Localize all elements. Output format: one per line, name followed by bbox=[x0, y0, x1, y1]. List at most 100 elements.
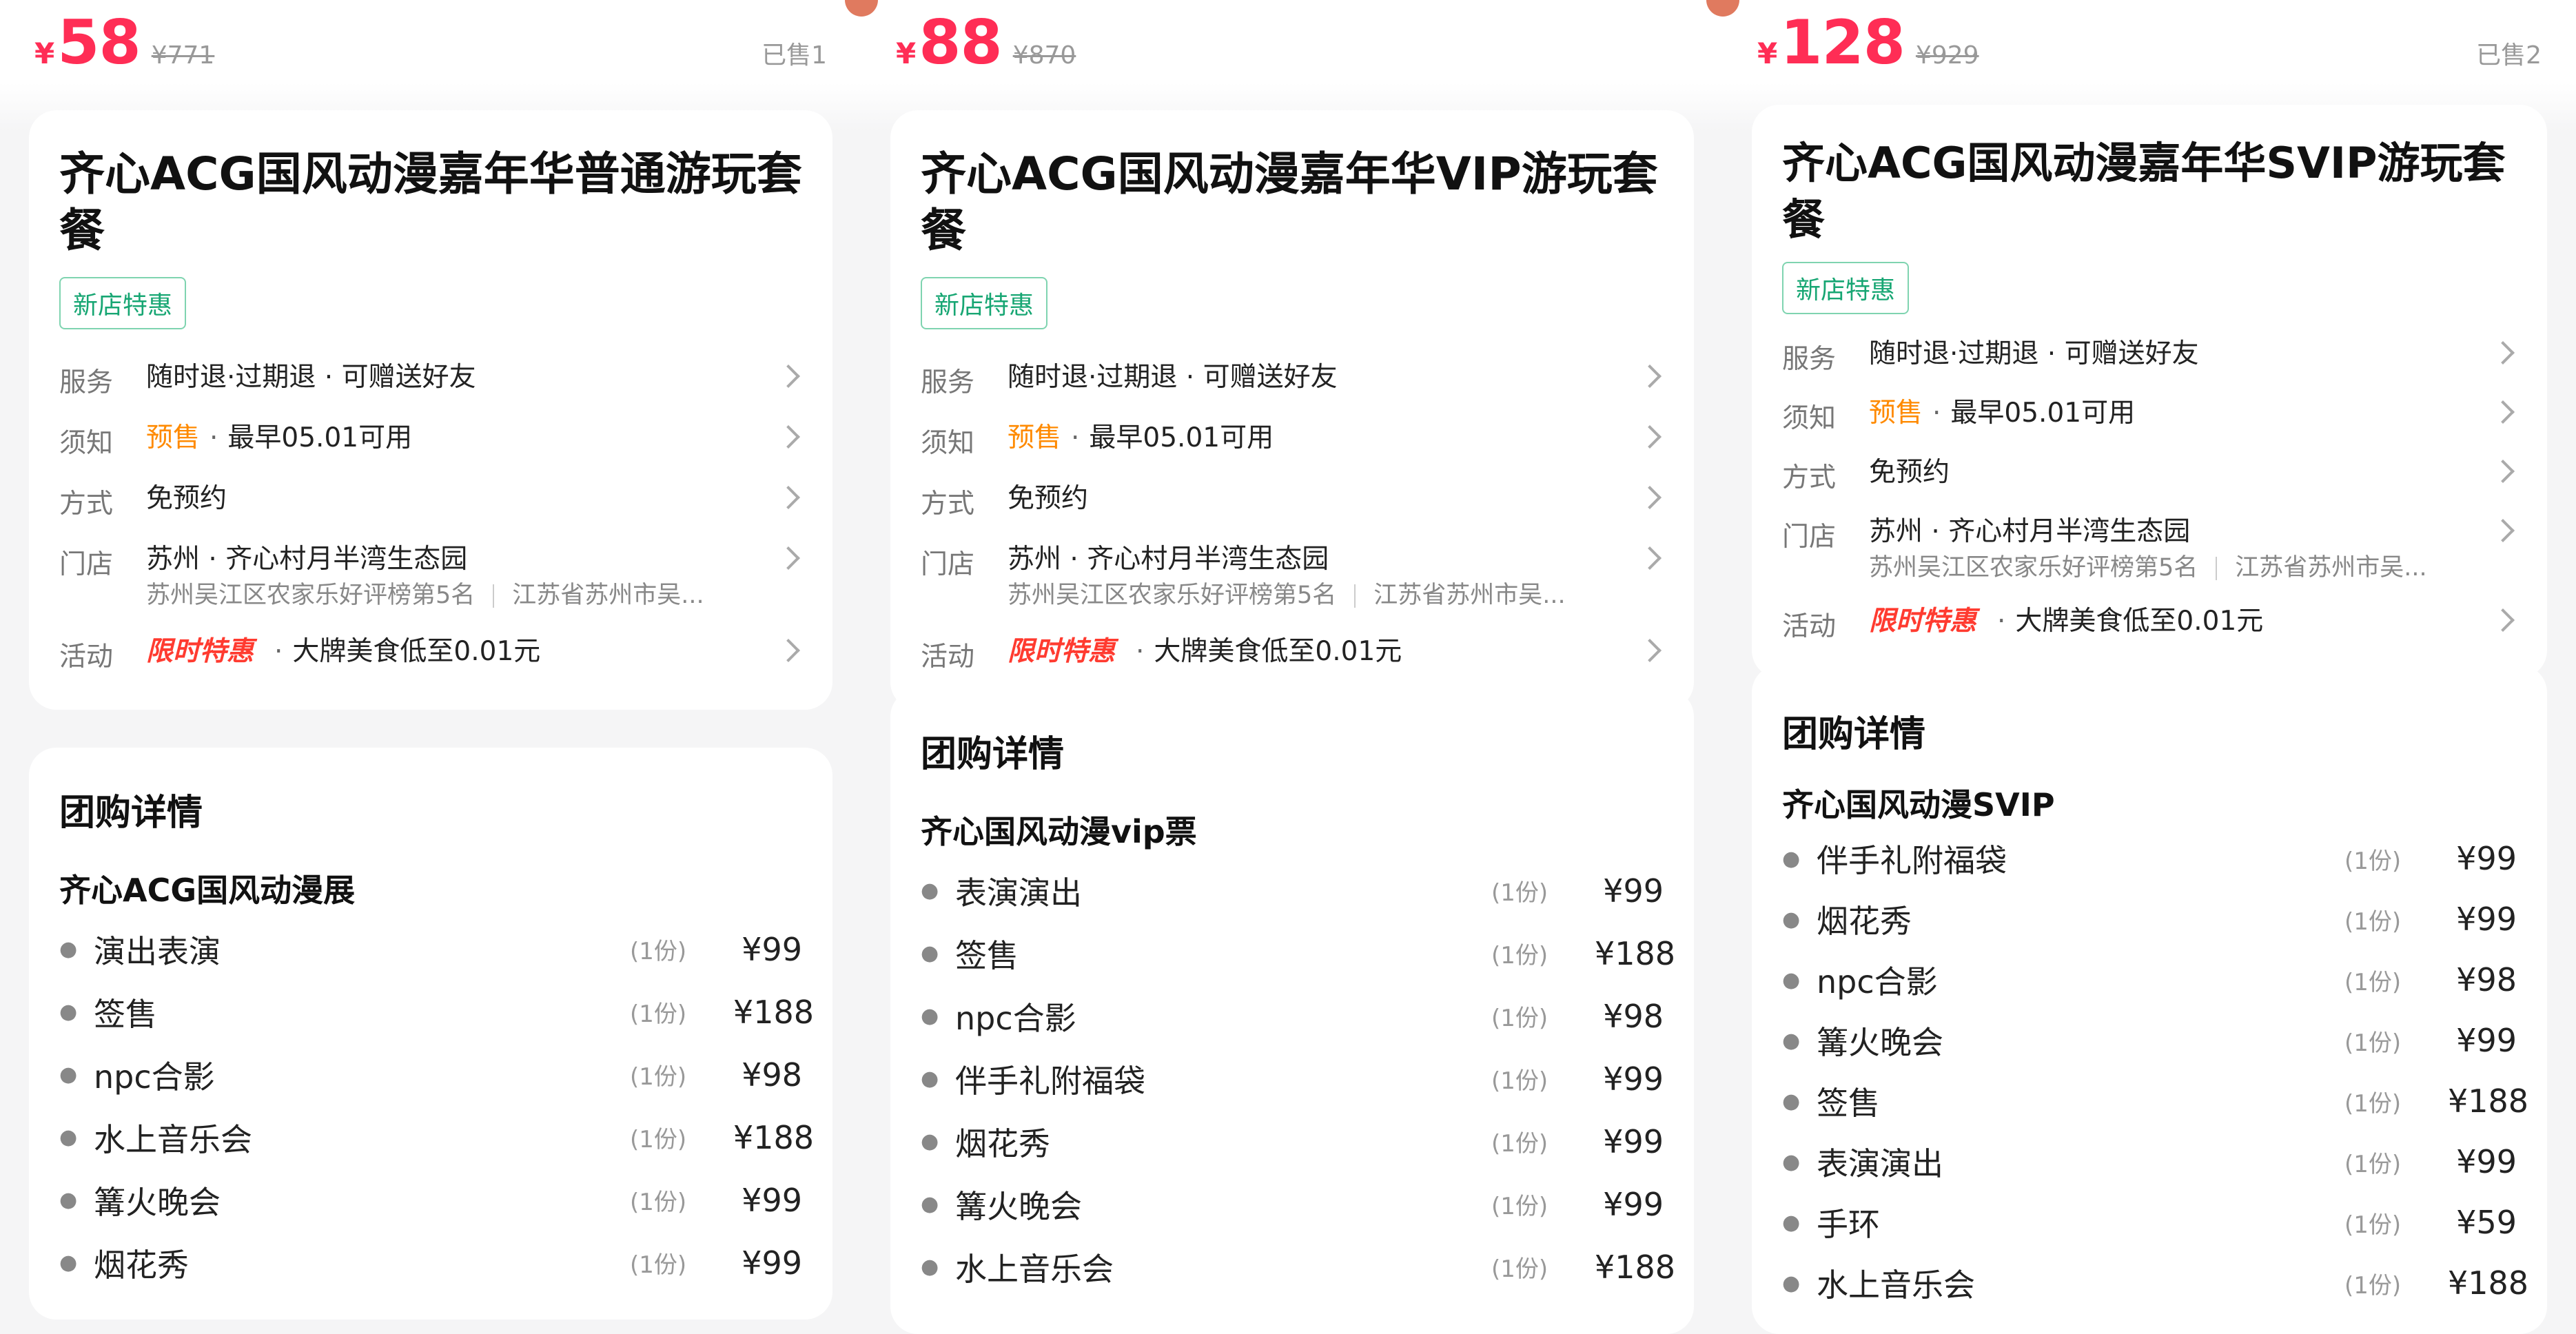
item-qty: (1份) bbox=[630, 1251, 687, 1279]
promo-tag: 新店特惠 bbox=[59, 277, 187, 329]
item-name: 水上音乐会 bbox=[94, 1120, 252, 1158]
method-label: 方式 bbox=[921, 489, 975, 520]
item-price: ¥99 bbox=[742, 1181, 802, 1219]
group-buy-detail-card: 团购详情 齐心国风动漫vip票 ● 表演演出 (1份) ¥99 ● 签售 (1份) ¥188… bbox=[890, 689, 1694, 1334]
presale-badge: 预售 bbox=[146, 422, 201, 453]
item-qty: (1份) bbox=[1491, 1067, 1548, 1095]
item-price: ¥99 bbox=[2456, 840, 2517, 877]
limited-offer-badge: 限时特惠 bbox=[1869, 606, 1977, 637]
item-price: ¥188 bbox=[733, 1118, 815, 1156]
method-row[interactable]: 方式 免预约 bbox=[59, 469, 802, 529]
item-name: 烟花秀 bbox=[1817, 903, 1912, 940]
sale-price: 128 bbox=[1780, 7, 1905, 78]
item-name: 水上音乐会 bbox=[955, 1250, 1114, 1288]
list-item: ● 烟花秀 (1份) ¥99 bbox=[59, 1231, 802, 1294]
item-qty: (1份) bbox=[630, 1000, 687, 1028]
activity-row[interactable]: 活动 限时特惠 · 大牌美食低至0.01元 bbox=[59, 622, 802, 682]
method-row[interactable]: 方式 免预约 bbox=[1782, 442, 2517, 502]
activity-row[interactable]: 活动 限时特惠 · 大牌美食低至0.01元 bbox=[1782, 591, 2517, 650]
notice-label: 须知 bbox=[921, 428, 975, 459]
item-price: ¥98 bbox=[2456, 961, 2517, 998]
currency-symbol: ¥ bbox=[896, 37, 917, 70]
notice-label: 须知 bbox=[1782, 403, 1837, 434]
item-qty: (1份) bbox=[630, 938, 687, 965]
original-price: ¥771 bbox=[151, 41, 215, 70]
item-price: ¥98 bbox=[1603, 997, 1664, 1035]
item-qty: (1份) bbox=[1491, 1005, 1548, 1032]
method-value: 免预约 bbox=[146, 483, 227, 514]
store-address: 江苏省苏州市吴... bbox=[512, 582, 704, 609]
item-name: 演出表演 bbox=[94, 932, 221, 970]
sold-count: 已售1 bbox=[761, 41, 827, 70]
item-price: ¥188 bbox=[1595, 1248, 1676, 1286]
decor-corner bbox=[1723, 0, 1739, 17]
store-row[interactable]: 门店 苏州 · 齐心村月半湾生态园 苏州吴江区农家乐好评榜第5名 江苏省苏州市吴.… bbox=[1782, 502, 2517, 591]
store-row[interactable]: 门店 苏州 · 齐心村月半湾生态园 苏州吴江区农家乐好评榜第5名 江苏省苏州市吴.… bbox=[59, 529, 802, 622]
notice-row[interactable]: 须知 预售 · 最早05.01可用 bbox=[921, 408, 1664, 469]
item-name: 烟花秀 bbox=[955, 1125, 1050, 1162]
item-qty: (1份) bbox=[1491, 879, 1548, 907]
service-value: 随时退·过期退 · 可赠送好友 bbox=[1008, 362, 1338, 393]
notice-label: 须知 bbox=[59, 428, 114, 459]
item-qty: (1份) bbox=[2344, 1271, 2402, 1300]
notice-row[interactable]: 须知 预售 · 最早05.01可用 bbox=[59, 408, 802, 469]
item-price: ¥99 bbox=[1603, 1185, 1664, 1223]
list-item: ● npc合影 (1份) ¥98 bbox=[1782, 950, 2517, 1010]
item-price: ¥99 bbox=[2456, 1143, 2517, 1180]
list-item: ● 签售 (1份) ¥188 bbox=[921, 922, 1675, 985]
item-qty: (1份) bbox=[2344, 968, 2402, 996]
item-price: ¥188 bbox=[733, 993, 815, 1031]
item-name: 表演演出 bbox=[1817, 1145, 1943, 1182]
service-value: 随时退·过期退 · 可赠送好友 bbox=[146, 362, 476, 393]
sale-price: 88 bbox=[919, 7, 1002, 78]
item-price: ¥188 bbox=[2448, 1082, 2529, 1120]
item-name: 签售 bbox=[955, 936, 1019, 974]
service-label: 服务 bbox=[59, 367, 114, 398]
item-price: ¥99 bbox=[2456, 1022, 2517, 1059]
service-row[interactable]: 服务 随时退·过期退 · 可赠送好友 bbox=[59, 347, 802, 408]
price-row: ¥ 88 ¥870 bbox=[896, 7, 1688, 83]
currency-symbol: ¥ bbox=[34, 37, 55, 70]
list-item: ● npc合影 (1份) ¥98 bbox=[59, 1043, 802, 1106]
list-item: ● 签售 (1份) ¥188 bbox=[59, 981, 815, 1043]
package-name: 齐心国风动漫SVIP bbox=[1782, 786, 2055, 823]
package-title: 齐心ACG国风动漫嘉年华VIP游玩套餐 bbox=[921, 147, 1658, 257]
activity-value: 大牌美食低至0.01元 bbox=[292, 636, 541, 667]
store-name: 苏州 · 齐心村月半湾生态园 bbox=[146, 544, 468, 575]
limited-offer-badge: 限时特惠 bbox=[146, 636, 254, 667]
notice-value: 最早05.01可用 bbox=[1089, 422, 1274, 453]
group-buy-detail-card: 团购详情 齐心国风动漫SVIP ● 伴手礼附福袋 (1份) ¥99 ● 烟花秀 (1份) ¥… bbox=[1752, 665, 2547, 1334]
list-item: ● 水上音乐会 (1份) ¥188 bbox=[59, 1106, 815, 1169]
presale-badge: 预售 bbox=[1869, 398, 1923, 429]
activity-value: 大牌美食低至0.01元 bbox=[1154, 636, 1402, 667]
store-row[interactable]: 门店 苏州 · 齐心村月半湾生态园 苏州吴江区农家乐好评榜第5名 江苏省苏州市吴.… bbox=[921, 529, 1664, 622]
service-label: 服务 bbox=[1782, 344, 1837, 375]
item-qty: (1份) bbox=[630, 1063, 687, 1091]
detail-heading: 团购详情 bbox=[1782, 714, 1926, 755]
store-name: 苏州 · 齐心村月半湾生态园 bbox=[1869, 516, 2191, 547]
store-label: 门店 bbox=[921, 549, 975, 580]
store-name: 苏州 · 齐心村月半湾生态园 bbox=[1008, 544, 1329, 575]
store-address: 江苏省苏州市吴... bbox=[1373, 582, 1566, 609]
item-qty: (1份) bbox=[2344, 907, 2402, 936]
service-row[interactable]: 服务 随时退·过期退 · 可赠送好友 bbox=[921, 347, 1664, 408]
item-qty: (1份) bbox=[2344, 847, 2402, 875]
item-name: 伴手礼附福袋 bbox=[955, 1062, 1145, 1100]
package-title: 齐心ACG国风动漫嘉年华普通游玩套餐 bbox=[59, 147, 802, 257]
package-column-basic: ¥ 58 ¥771 已售1 齐心ACG国风动漫嘉年华普通游玩套餐 新店特惠 服务… bbox=[0, 0, 861, 1334]
service-row[interactable]: 服务 随时退·过期退 · 可赠送好友 bbox=[1782, 324, 2517, 383]
item-price: ¥98 bbox=[742, 1056, 802, 1094]
list-item: ● 表演演出 (1份) ¥99 bbox=[921, 859, 1664, 922]
service-label: 服务 bbox=[921, 367, 975, 398]
item-qty: (1份) bbox=[2344, 1089, 2402, 1118]
list-item: ● 伴手礼附福袋 (1份) ¥99 bbox=[1782, 828, 2517, 889]
item-price: ¥99 bbox=[2456, 901, 2517, 938]
list-item: ● 水上音乐会 (1份) ¥188 bbox=[1782, 1253, 2528, 1313]
item-name: 表演演出 bbox=[955, 874, 1082, 912]
activity-row[interactable]: 活动 限时特惠 · 大牌美食低至0.01元 bbox=[921, 622, 1664, 682]
item-name: 篝火晚会 bbox=[94, 1183, 221, 1221]
method-row[interactable]: 方式 免预约 bbox=[921, 469, 1664, 529]
list-item: ● 篝火晚会 (1份) ¥99 bbox=[1782, 1010, 2517, 1071]
item-qty: (1份) bbox=[1491, 1255, 1548, 1283]
notice-row[interactable]: 须知 预售 · 最早05.01可用 bbox=[1782, 383, 2517, 442]
